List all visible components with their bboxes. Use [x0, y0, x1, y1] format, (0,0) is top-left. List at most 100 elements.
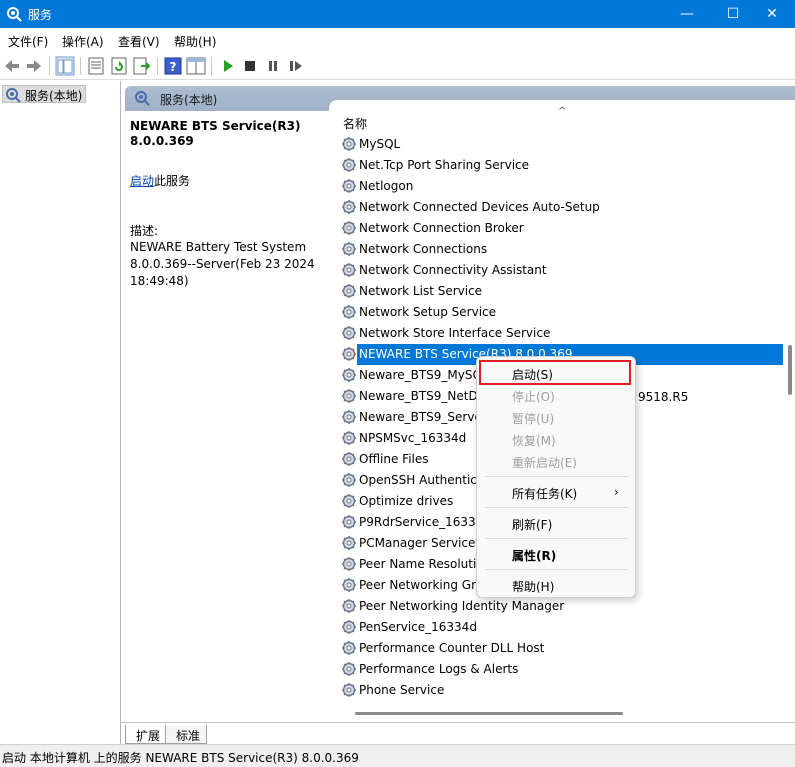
- table-row[interactable]: Phone Service: [339, 680, 783, 701]
- menu-action[interactable]: 操作(A): [62, 33, 104, 50]
- stop-service-icon[interactable]: [240, 56, 260, 76]
- forward-arrow-icon[interactable]: [24, 56, 44, 76]
- context-item-start[interactable]: 启动(S): [512, 366, 553, 383]
- service-name: MySQL: [359, 137, 401, 151]
- export-list-icon[interactable]: [132, 56, 152, 76]
- table-row[interactable]: Net.Tcp Port Sharing Service: [339, 155, 783, 176]
- service-name: Performance Counter DLL Host: [359, 641, 545, 655]
- table-row[interactable]: Network List Service: [339, 281, 783, 302]
- service-name: P9RdrService_16334: [359, 515, 484, 529]
- service-name: Network Connectivity Assistant: [359, 263, 547, 277]
- menu-bar: 文件(F) 操作(A) 查看(V) 帮助(H): [0, 28, 795, 52]
- services-gear-icon: [135, 91, 150, 106]
- refresh-icon[interactable]: [109, 56, 129, 76]
- context-separator: [485, 476, 628, 477]
- minimize-button[interactable]: —: [664, 0, 710, 28]
- close-button[interactable]: ✕: [749, 0, 795, 28]
- table-row[interactable]: PenService_16334d: [339, 617, 783, 638]
- service-gear-icon: [342, 368, 356, 382]
- service-name: Peer Name Resoluti: [359, 557, 477, 571]
- context-item-resume: 恢复(M): [512, 434, 556, 448]
- context-item-pause: 暂停(U): [512, 412, 555, 426]
- table-row[interactable]: Performance Logs & Alerts: [339, 659, 783, 680]
- start-service-link[interactable]: 启动: [130, 174, 154, 188]
- context-item-properties[interactable]: 属性(R): [512, 547, 556, 564]
- table-row[interactable]: Netlogon: [339, 176, 783, 197]
- service-gear-icon: [342, 326, 356, 340]
- service-gear-icon: [342, 536, 356, 550]
- partial-service-text: 9518.R5: [638, 390, 689, 404]
- service-gear-icon: [342, 158, 356, 172]
- service-name: Network Connections: [359, 242, 488, 256]
- service-name: Network Setup Service: [359, 305, 497, 319]
- tab-standard[interactable]: 标准: [165, 725, 208, 744]
- pause-service-icon[interactable]: [263, 56, 283, 76]
- service-gear-icon: [342, 452, 356, 466]
- service-name: Net.Tcp Port Sharing Service: [359, 158, 530, 172]
- service-name: Network Store Interface Service: [359, 326, 551, 340]
- column-header-name[interactable]: 名称: [343, 115, 367, 132]
- view-tabs: 扩展 标准: [121, 722, 795, 744]
- services-gear-icon: [7, 7, 22, 22]
- vertical-scrollbar-thumb[interactable]: [788, 345, 792, 395]
- service-gear-icon: [342, 389, 356, 403]
- properties-sheet-icon[interactable]: [86, 56, 106, 76]
- horizontal-scrollbar-thumb[interactable]: [355, 712, 623, 715]
- service-name: Network List Service: [359, 284, 483, 298]
- menu-file[interactable]: 文件(F): [8, 33, 48, 50]
- show-console-tree-icon[interactable]: [55, 56, 75, 76]
- context-item-refresh[interactable]: 刷新(F): [512, 516, 552, 533]
- table-row[interactable]: Network Store Interface Service: [339, 323, 783, 344]
- table-row[interactable]: Network Setup Service: [339, 302, 783, 323]
- toolbar-separator: [211, 57, 212, 75]
- help-icon[interactable]: ?: [163, 56, 183, 76]
- context-menu: 启动(S) 停止(O) 暂停(U) 恢复(M) 重新启动(E) 所有任务(K) …: [476, 356, 636, 598]
- table-row[interactable]: Network Connection Broker: [339, 218, 783, 239]
- service-name: Offline Files: [359, 452, 429, 466]
- service-gear-icon: [342, 305, 356, 319]
- start-service-suffix: 此服务: [154, 174, 191, 188]
- title-bar: 服务 — ☐ ✕: [0, 0, 795, 28]
- context-item-help[interactable]: 帮助(H): [512, 578, 554, 595]
- table-row[interactable]: Network Connectivity Assistant: [339, 260, 783, 281]
- tree-item-services-local[interactable]: 服务(本地): [2, 85, 87, 103]
- table-row[interactable]: Peer Networking Identity Manager: [339, 596, 783, 617]
- service-name: Neware_BTS9_MySC: [359, 368, 481, 382]
- highlight-box: [479, 360, 631, 385]
- toolbar: ?: [0, 52, 795, 80]
- back-arrow-icon[interactable]: [2, 56, 22, 76]
- service-name: Optimize drives: [359, 494, 454, 508]
- console-tree: 服务(本地): [0, 81, 121, 744]
- menu-help[interactable]: 帮助(H): [174, 33, 216, 50]
- table-row[interactable]: MySQL: [339, 134, 783, 155]
- service-name: OpenSSH Authentica: [359, 473, 485, 487]
- status-bar: 启动 本地计算机 上的服务 NEWARE BTS Service(R3) 8.0…: [0, 744, 795, 767]
- service-gear-icon: [342, 137, 356, 151]
- table-row[interactable]: Performance Counter DLL Host: [339, 638, 783, 659]
- action-pane-icon[interactable]: [186, 56, 206, 76]
- service-gear-icon: [342, 641, 356, 655]
- status-text: 启动 本地计算机 上的服务 NEWARE BTS Service(R3) 8.0…: [2, 751, 359, 765]
- service-gear-icon: [342, 242, 356, 256]
- toolbar-separator: [157, 57, 158, 75]
- context-separator: [485, 569, 628, 570]
- start-service-icon[interactable]: [218, 56, 238, 76]
- service-name: Network Connected Devices Auto-Setup: [359, 200, 600, 214]
- service-name: Peer Networking Identity Manager: [359, 599, 565, 613]
- context-item-restart: 重新启动(E): [512, 456, 577, 470]
- menu-view[interactable]: 查看(V): [118, 33, 160, 50]
- service-gear-icon: [342, 347, 356, 361]
- window-title: 服务: [28, 8, 53, 22]
- svg-text:?: ?: [170, 60, 177, 74]
- table-row[interactable]: Network Connected Devices Auto-Setup: [339, 197, 783, 218]
- selected-service-version: 8.0.0.369: [130, 134, 194, 148]
- table-row[interactable]: Network Connections: [339, 239, 783, 260]
- context-item-stop: 停止(O): [512, 390, 555, 404]
- context-item-all-tasks[interactable]: 所有任务(K): [512, 485, 577, 502]
- service-gear-icon: [342, 473, 356, 487]
- tab-extended[interactable]: 扩展: [125, 725, 168, 744]
- service-name: Peer Networking Gr: [359, 578, 477, 592]
- restart-service-icon[interactable]: [286, 56, 306, 76]
- description-label: 描述:: [130, 224, 159, 238]
- service-name: Phone Service: [359, 683, 445, 697]
